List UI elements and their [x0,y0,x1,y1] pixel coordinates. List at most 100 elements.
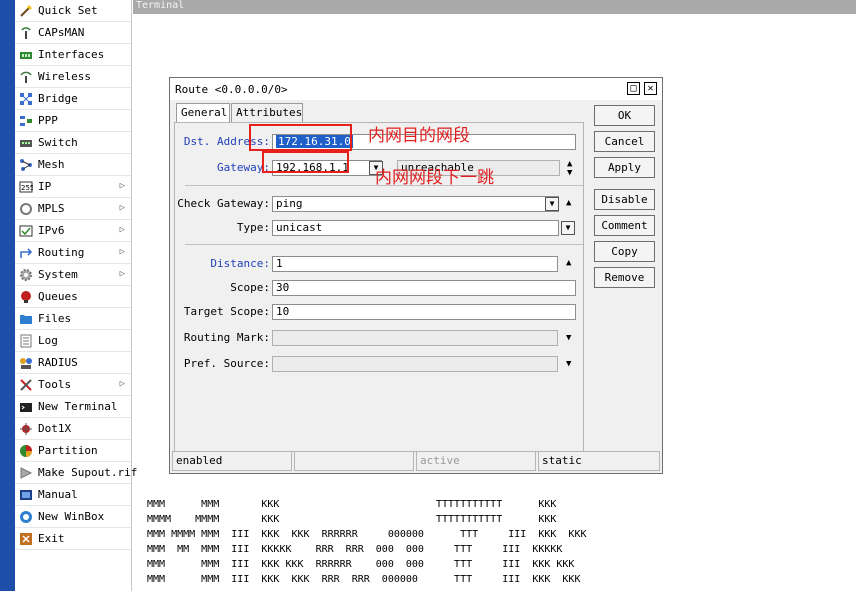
sidebar-item-label: Exit [38,532,65,545]
sidebar-item-wireless[interactable]: Wireless [15,66,131,88]
log-icon [19,334,33,348]
sidebar-item-radius[interactable]: RADIUS [15,352,131,374]
collapse-icon[interactable]: ▲ [566,258,571,268]
sidebar-item-label: Files [38,312,72,325]
ip-icon: 255 [19,180,34,194]
sidebar-item-log[interactable]: Log [15,330,131,352]
banner-line: MMMM MMMM KKK TTTTTTTTTTT KKK [147,514,557,525]
distance-field[interactable]: 1 [272,256,558,272]
mesh-icon [19,158,33,172]
close-icon: ✕ [647,83,654,94]
cancel-button[interactable]: Cancel [594,131,655,152]
comment-button[interactable]: Comment [594,215,655,236]
apply-button[interactable]: Apply [594,157,655,178]
collapse-icon[interactable]: ▲ [566,198,571,208]
sidebar-item-dot1x[interactable]: Dot1X [15,418,131,440]
dst-annotation: 内网目的网段 [368,126,470,146]
banner-line: MMM MMMM MMM III KKK KKK RRRRRR 000000 T… [147,529,587,540]
sidebar-item-tools[interactable]: Tools ▷ [15,374,131,396]
status-bar: enabled active static [172,451,662,471]
sidebar-item-label: Routing [38,246,85,259]
check-gateway-field[interactable]: ping [272,196,559,212]
routing-icon [19,246,33,260]
sidebar-item-make-supout[interactable]: Make Supout.rif [15,462,137,484]
remove-gateway-icon[interactable]: ▼ [567,168,572,178]
radius-icon [19,356,33,370]
sidebar-item-label: Queues [38,290,78,303]
wand-icon [19,4,33,18]
sidebar-item-quick-set[interactable]: Quick Set [15,0,131,22]
copy-button[interactable]: Copy [594,241,655,262]
sidebar-item-exit[interactable]: Exit [15,528,131,550]
dialog-title-bar[interactable]: Route <0.0.0.0/0> □ ✕ [170,78,662,100]
terminal-title: Terminal [136,0,185,11]
sidebar-item-label: MPLS [38,202,65,215]
sidebar-item-ppp[interactable]: PPP [15,110,131,132]
supout-icon [19,466,33,480]
banner-line: MMM MM MMM III KKKKK RRR RRR 000 000 TTT… [147,544,563,555]
sidebar-item-new-terminal[interactable]: New Terminal [15,396,131,418]
type-label: Type: [236,221,270,234]
status-active: active [416,451,536,471]
sidebar-item-new-winbox[interactable]: New WinBox [15,506,131,528]
banner-line: MMM MMM III KKK KKK RRRRRR 000 000 TTT I… [147,559,575,570]
sidebar-item-label: Bridge [38,92,78,105]
sidebar-item-files[interactable]: Files [15,308,131,330]
sidebar-item-ipv6[interactable]: IPv6 ▷ [15,220,131,242]
submenu-arrow-icon: ▷ [119,203,125,213]
tools-icon [19,378,33,392]
tab-attributes[interactable]: Attributes [231,103,303,122]
tab-general[interactable]: General [176,103,230,123]
gateway-highlight-box [262,151,349,173]
status-enabled: enabled [172,451,292,471]
sidebar-item-ip[interactable]: 255 IP ▷ [15,176,131,198]
sidebar-item-bridge[interactable]: Bridge [15,88,131,110]
disable-button[interactable]: Disable [594,189,655,210]
sidebar-item-routing[interactable]: Routing ▷ [15,242,131,264]
scope-value: 30 [276,281,290,294]
close-window-button[interactable]: ✕ [644,82,657,95]
dropdown-arrow-icon: ▼ [549,199,555,208]
submenu-arrow-icon: ▷ [119,225,125,235]
gateway-label: Gateway: [217,161,270,174]
sidebar-item-system[interactable]: System ▷ [15,264,131,286]
terminal-title-bar: Terminal [133,0,856,14]
submenu-arrow-icon: ▷ [119,379,125,389]
sidebar-item-queues[interactable]: Queues [15,286,131,308]
restore-window-button[interactable]: □ [627,82,640,95]
expand-icon[interactable]: ▼ [566,333,571,343]
banner-line: MMM MMM III KKK KKK RRR RRR 000000 TTT I… [147,574,581,585]
sidebar-item-mesh[interactable]: Mesh [15,154,131,176]
distance-value: 1 [276,257,283,270]
sidebar-item-label: Wireless [38,70,91,83]
remove-button[interactable]: Remove [594,267,655,288]
target-scope-field[interactable]: 10 [272,304,576,320]
gear-icon [19,268,33,282]
sidebar-item-interfaces[interactable]: Interfaces [15,44,131,66]
wireless-icon [19,70,33,84]
sidebar-item-label: Tools [38,378,72,391]
queues-icon [19,290,33,304]
scope-field[interactable]: 30 [272,280,576,296]
sidebar-item-mpls[interactable]: MPLS ▷ [15,198,131,220]
sidebar-item-label: Mesh [38,158,65,171]
sidebar-item-label: PPP [38,114,58,127]
sidebar-item-manual[interactable]: Manual [15,484,131,506]
pref-source-field[interactable] [272,356,558,372]
type-field[interactable]: unicast [272,220,559,236]
routing-mark-field[interactable] [272,330,558,346]
ipv6-icon [19,224,33,238]
ok-button[interactable]: OK [594,105,655,126]
type-dropdown-button[interactable]: ▼ [561,221,575,235]
sidebar-item-label: Dot1X [38,422,72,435]
expand-icon[interactable]: ▼ [566,359,571,369]
distance-label: Distance: [210,257,270,270]
bridge-icon [19,92,33,106]
type-value: unicast [276,221,323,234]
gateway-annotation: 内网网段下一跳 [375,168,494,188]
sidebar-menu: Quick Set CAPsMAN Interfaces Wireless Br… [15,0,137,591]
sidebar-item-switch[interactable]: Switch [15,132,131,154]
sidebar-item-capsman[interactable]: CAPsMAN [15,22,131,44]
sidebar-item-partition[interactable]: Partition [15,440,131,462]
check-gateway-dropdown-button[interactable]: ▼ [545,197,559,211]
